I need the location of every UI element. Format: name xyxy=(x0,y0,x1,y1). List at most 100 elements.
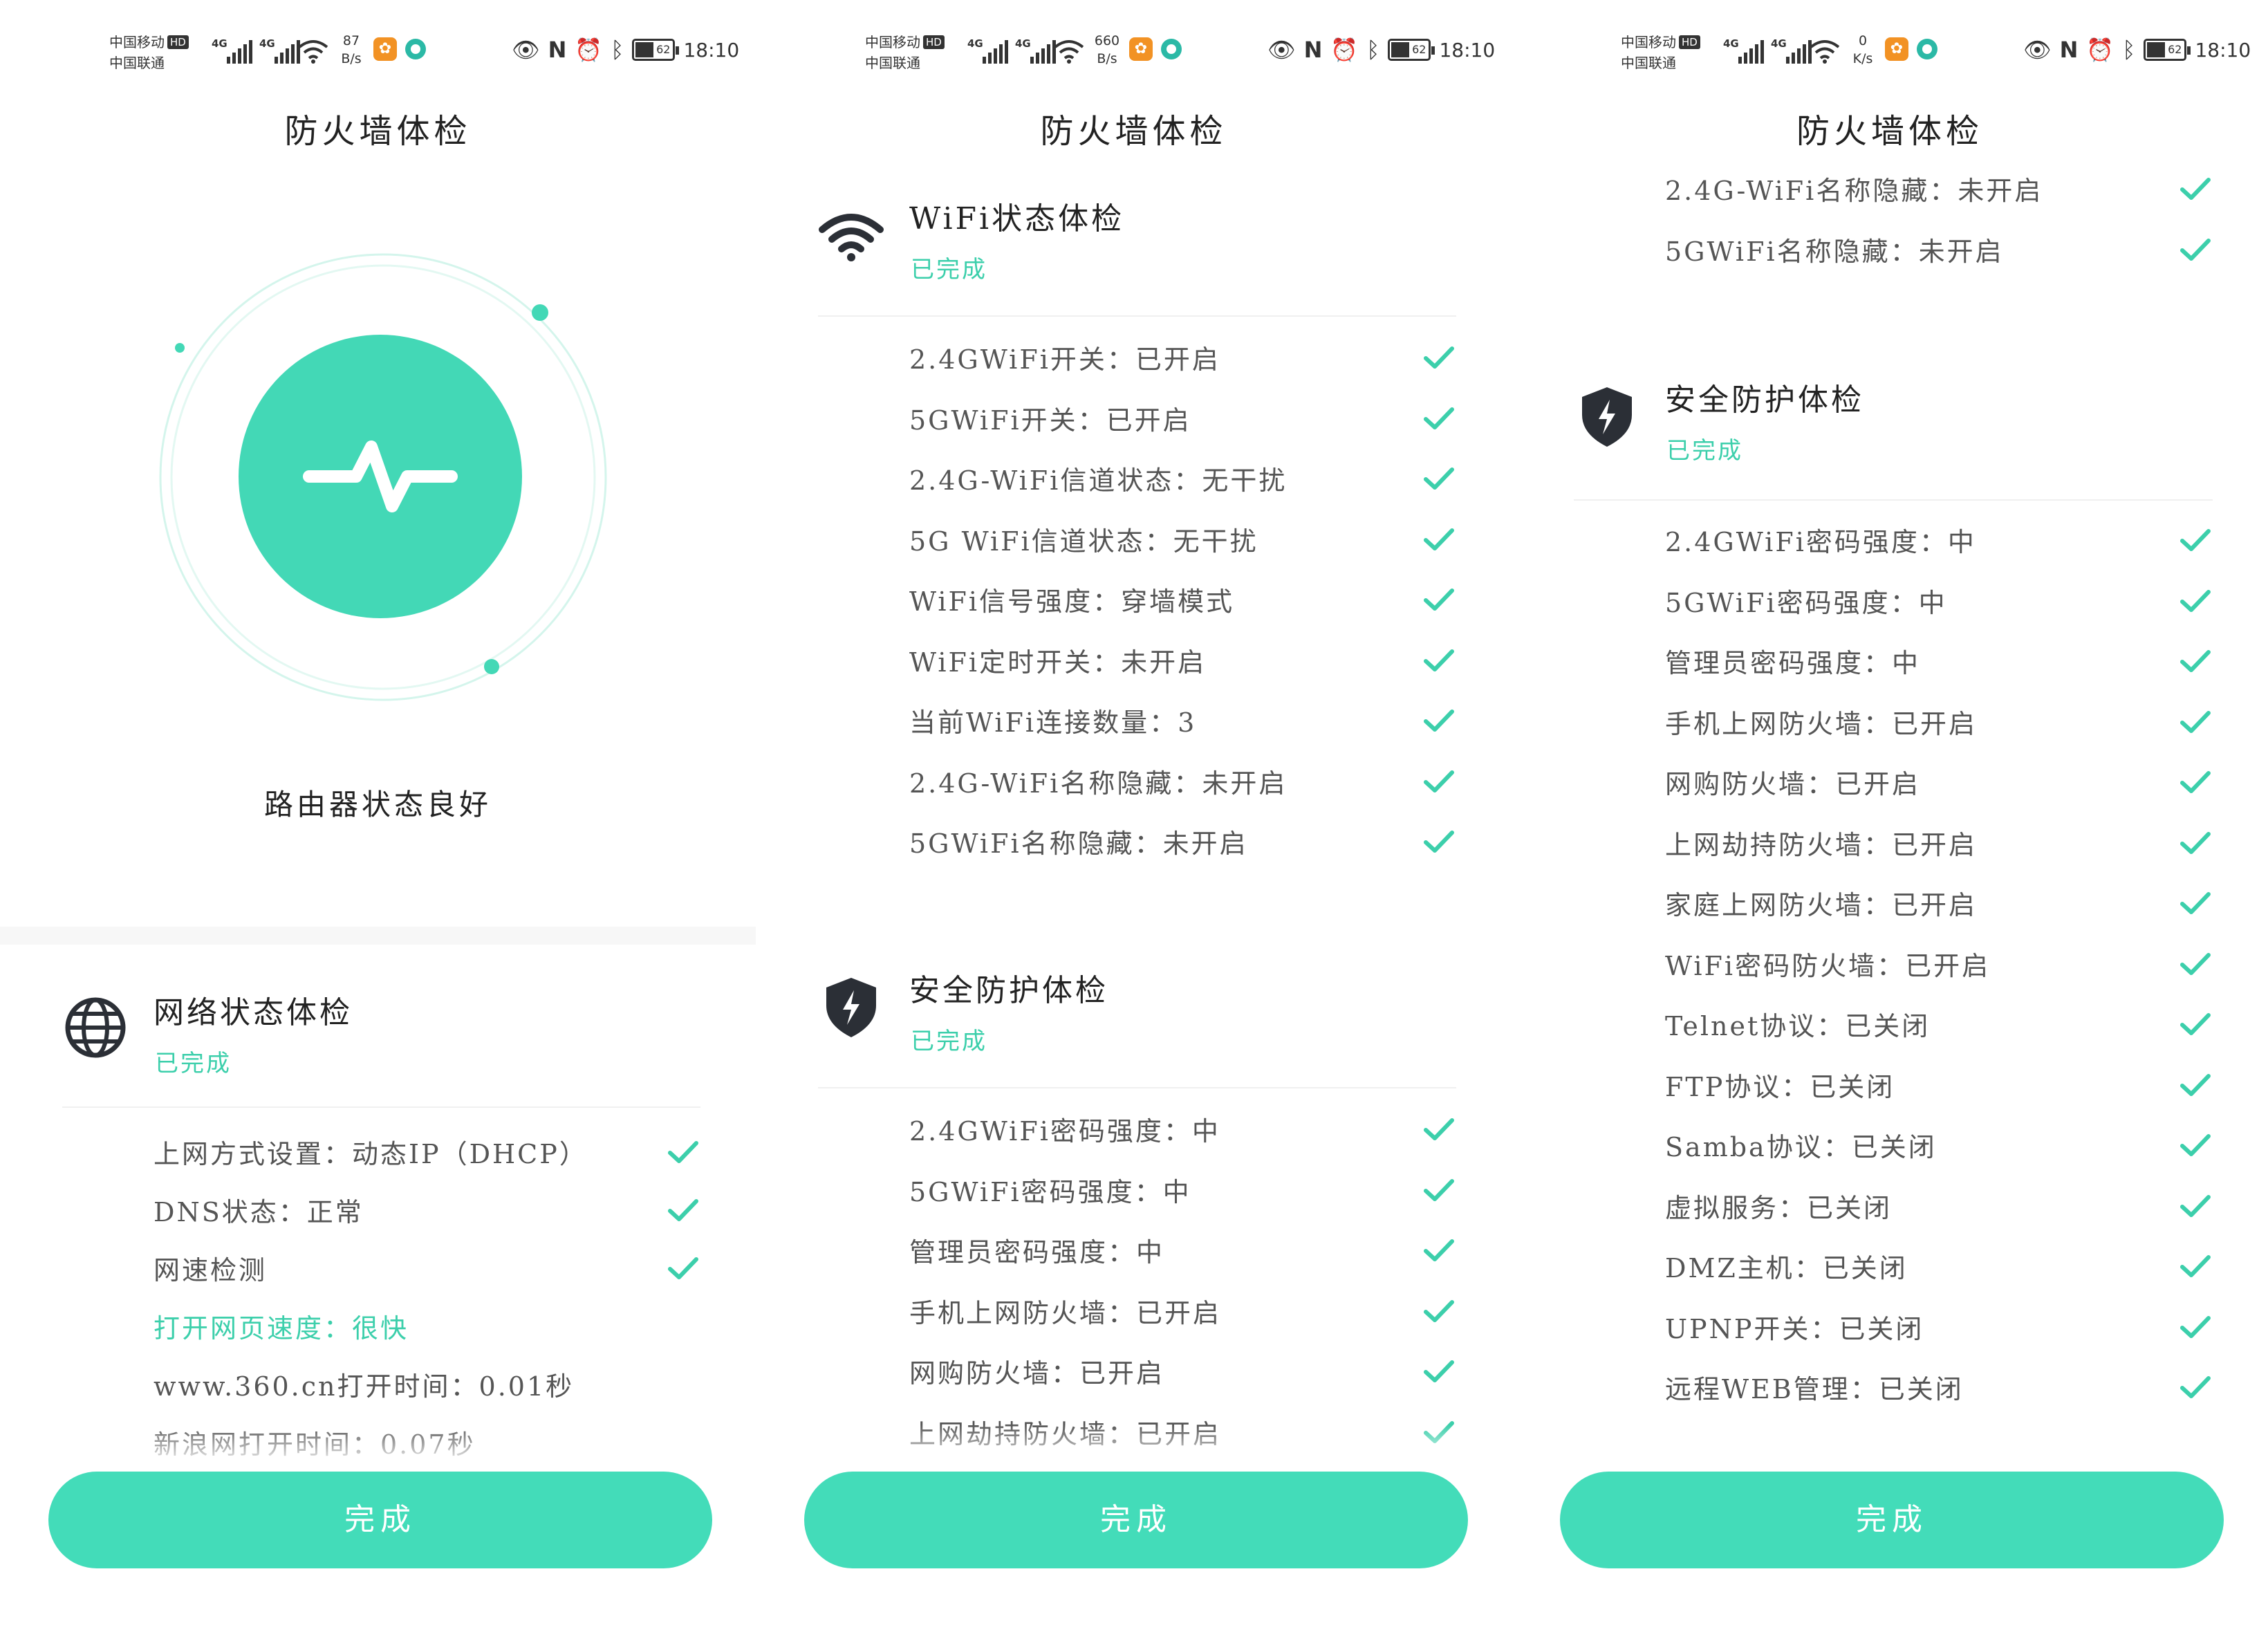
check-item-label: 当前WiFi连接数量：3 xyxy=(909,707,1197,738)
check-item-label: 5GWiFi密码强度：中 xyxy=(1665,587,1947,618)
check-item-label: 管理员密码强度：中 xyxy=(1665,648,1921,678)
check-item-row: WiFi密码防火墙：已开启 xyxy=(1512,936,2268,996)
battery-icon: 62 xyxy=(632,39,680,61)
network-section-header: 网络状态体检 已完成 xyxy=(0,975,756,1077)
check-item-row: 虚拟服务：已关闭 xyxy=(1512,1178,2268,1239)
signal-strength-icon: 4G xyxy=(259,37,300,64)
status-bar: 中国移动 HD 中国联通 4G 4G 87 B/s ✿ 👁 N ⏰ ᛒ 62 18:10 xyxy=(0,28,756,76)
check-mark-icon xyxy=(2179,1314,2211,1342)
signal-icons: 4G 4G xyxy=(212,37,300,64)
check-item-row: 5GWiFi开关：已开启 xyxy=(756,390,1512,451)
check-item-row: WiFi定时开关：未开启 xyxy=(756,632,1512,693)
pulse-icon xyxy=(303,441,458,512)
check-mark-icon xyxy=(667,1139,699,1167)
nfc-icon: N xyxy=(548,37,567,63)
check-mark-icon xyxy=(2179,648,2211,676)
eye-comfort-icon: 👁 xyxy=(1267,37,1296,63)
carrier-1: 中国移动 xyxy=(109,34,165,50)
bluetooth-icon: ᛒ xyxy=(1366,37,1380,63)
alarm-icon: ⏰ xyxy=(2086,37,2114,63)
check-item-row: 手机上网防火墙：已开启 xyxy=(1512,694,2268,754)
app-notification-icon: ✿ xyxy=(1885,37,1908,61)
check-item-label: 网购防火墙：已开启 xyxy=(1665,769,1921,799)
check-mark-icon xyxy=(1423,1177,1455,1205)
check-item-row: 上网劫持防火墙：已开启 xyxy=(1512,815,2268,875)
network-speed: 660 B/s xyxy=(1094,33,1120,66)
check-mark-icon xyxy=(1423,1298,1455,1326)
section-title: 安全防护体检 xyxy=(909,973,1108,1008)
check-item-row: 2.4GWiFi密码强度：中 xyxy=(1512,512,2268,573)
security-section-header: 安全防护体检 已完成 xyxy=(1512,368,2268,465)
check-item-label: 5GWiFi开关：已开启 xyxy=(909,405,1191,436)
check-mark-icon xyxy=(1423,828,1455,856)
hd-badge: HD xyxy=(167,35,189,49)
section-status: 已完成 xyxy=(911,256,987,284)
divider-line xyxy=(818,315,1456,317)
check-item-label: 2.4G-WiFi信道状态：无干扰 xyxy=(909,465,1288,496)
status-right-icons: 👁 N ⏰ ᛒ 62 18:10 xyxy=(1267,36,1495,64)
clock: 18:10 xyxy=(1439,38,1496,62)
signal-strength-icon: 4G xyxy=(967,37,1008,64)
done-button[interactable]: 完成 xyxy=(1560,1472,2224,1568)
carrier-2: 中国联通 xyxy=(1621,55,1676,71)
bluetooth-icon: ᛒ xyxy=(611,37,624,63)
router-status-text: 路由器状态良好 xyxy=(263,788,492,822)
check-mark-icon xyxy=(1423,405,1455,433)
check-item-row: DNS状态：正常 xyxy=(0,1182,756,1243)
check-item-row: 5GWiFi密码强度：中 xyxy=(756,1162,1512,1223)
alarm-icon: ⏰ xyxy=(1330,37,1359,63)
check-item-row: Telnet协议：已关闭 xyxy=(1512,996,2268,1057)
app-notification-icon: ✿ xyxy=(373,37,397,61)
done-button[interactable]: 完成 xyxy=(804,1472,1468,1568)
check-item-row: 5G WiFi信道状态：无干扰 xyxy=(756,511,1512,572)
carrier-1: 中国移动 xyxy=(1621,34,1676,50)
globe-icon xyxy=(65,997,126,1058)
section-title: 安全防护体检 xyxy=(1665,382,1864,418)
hd-badge: HD xyxy=(1679,35,1700,49)
status-bar: 中国移动 HD 中国联通 4G 4G 660 B/s ✿ 👁 N ⏰ ᛒ 62 18:10 xyxy=(756,28,1512,76)
security-section-header: 安全防护体检 已完成 xyxy=(756,958,1512,1055)
check-item-label: 上网方式设置：动态IP（DHCP） xyxy=(154,1139,588,1169)
clock: 18:10 xyxy=(2195,38,2251,62)
status-bar: 中国移动 HD 中国联通 4G 4G 0 K/s ✿ 👁 N ⏰ ᛒ 62 18:10 xyxy=(1512,28,2268,76)
check-item-label: 5GWiFi密码强度：中 xyxy=(909,1176,1191,1207)
check-mark-icon xyxy=(667,1255,699,1283)
signal-strength-icon: 4G xyxy=(1723,37,1764,64)
check-item-row: Samba协议：已关闭 xyxy=(1512,1117,2268,1178)
check-mark-icon xyxy=(1423,1358,1455,1386)
clock: 18:10 xyxy=(683,38,740,62)
check-item-row: 管理员密码强度：中 xyxy=(756,1222,1512,1283)
app-notification-icon xyxy=(1917,39,1937,59)
check-item-label: 手机上网防火墙：已开启 xyxy=(909,1297,1222,1328)
wifi-status-icon xyxy=(298,40,328,64)
screen-overview: 中国移动 HD 中国联通 4G 4G 87 B/s ✿ 👁 N ⏰ ᛒ 62 18:10 防火墙体检 路由… xyxy=(0,0,756,1632)
network-speed: 87 B/s xyxy=(341,33,362,66)
check-mark-icon xyxy=(1423,1237,1455,1265)
check-item-label: WiFi定时开关：未开启 xyxy=(909,647,1207,678)
battery-icon: 62 xyxy=(2144,39,2191,61)
check-item-row: 网购防火墙：已开启 xyxy=(756,1343,1512,1404)
status-right-icons: 👁 N ⏰ ᛒ 62 18:10 xyxy=(2023,36,2251,64)
section-status: 已完成 xyxy=(911,1028,987,1055)
check-item-label: 5GWiFi名称隐藏：未开启 xyxy=(1665,236,2004,267)
orbit-dot xyxy=(532,304,548,321)
check-item-row: 2.4GWiFi开关：已开启 xyxy=(756,329,1512,390)
signal-strength-icon: 4G xyxy=(212,37,252,64)
signal-strength-icon: 4G xyxy=(1771,37,1812,64)
check-item-row: 2.4G-WiFi名称隐藏：未开启 xyxy=(1512,160,2268,221)
done-button[interactable]: 完成 xyxy=(48,1472,712,1568)
check-mark-icon xyxy=(2179,237,2211,264)
check-mark-icon xyxy=(1423,707,1455,735)
check-item-label: 2.4G-WiFi名称隐藏：未开启 xyxy=(1665,176,2043,206)
signal-strength-icon: 4G xyxy=(1015,37,1056,64)
check-mark-icon xyxy=(1423,1116,1455,1144)
check-mark-icon xyxy=(667,1197,699,1225)
page-title: 防火墙体检 xyxy=(284,112,472,151)
check-mark-icon xyxy=(2179,709,2211,736)
check-item-row: 远程WEB管理：已关闭 xyxy=(1512,1359,2268,1420)
check-item-row: 网购防火墙：已开启 xyxy=(1512,754,2268,815)
check-item-label: DNS状态：正常 xyxy=(154,1197,364,1227)
battery-icon: 62 xyxy=(1388,39,1435,61)
check-item-row: 打开网页速度：很快 xyxy=(0,1298,756,1359)
check-item-label: DMZ主机：已关闭 xyxy=(1665,1253,1908,1283)
